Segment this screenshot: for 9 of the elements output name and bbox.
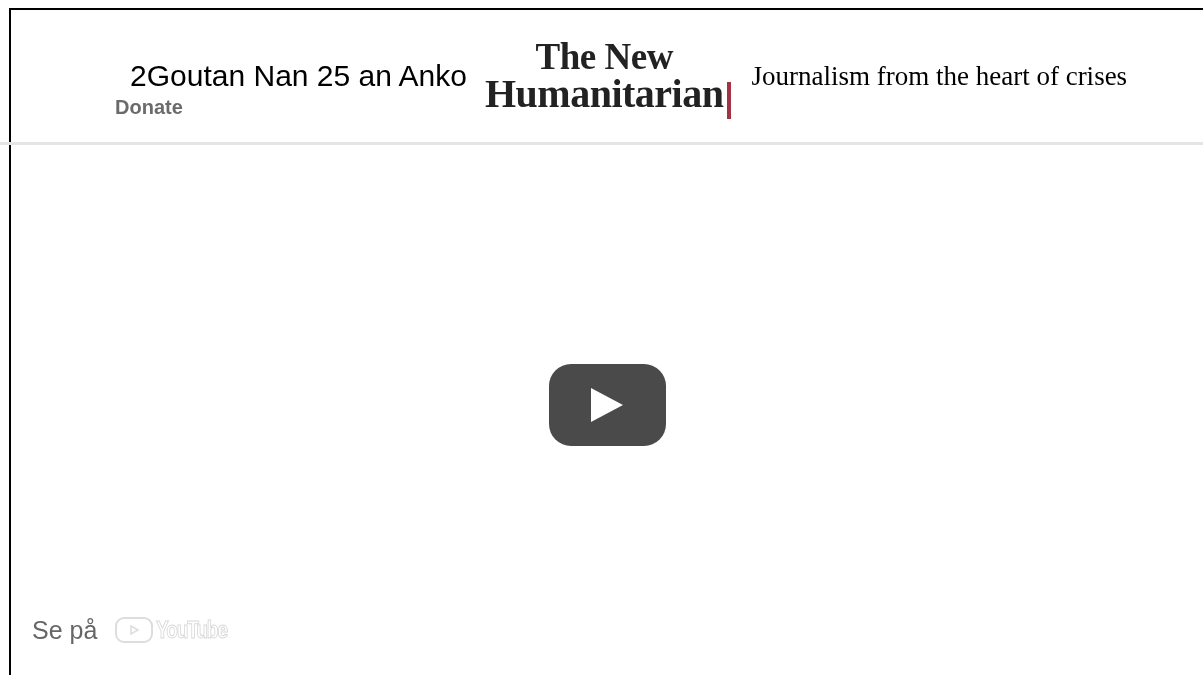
logo-accent-bar [727, 81, 732, 119]
video-title: 2Goutan Nan 25 an Anko [130, 59, 467, 93]
tagline: Journalism from the heart of crises [751, 59, 1128, 93]
donate-button[interactable]: Donate [115, 97, 183, 117]
watch-on-label: Se på [32, 614, 98, 646]
play-button[interactable] [548, 364, 666, 446]
logo[interactable]: The New Humanitarian [485, 39, 724, 113]
play-icon [115, 617, 154, 644]
play-icon [591, 388, 623, 422]
